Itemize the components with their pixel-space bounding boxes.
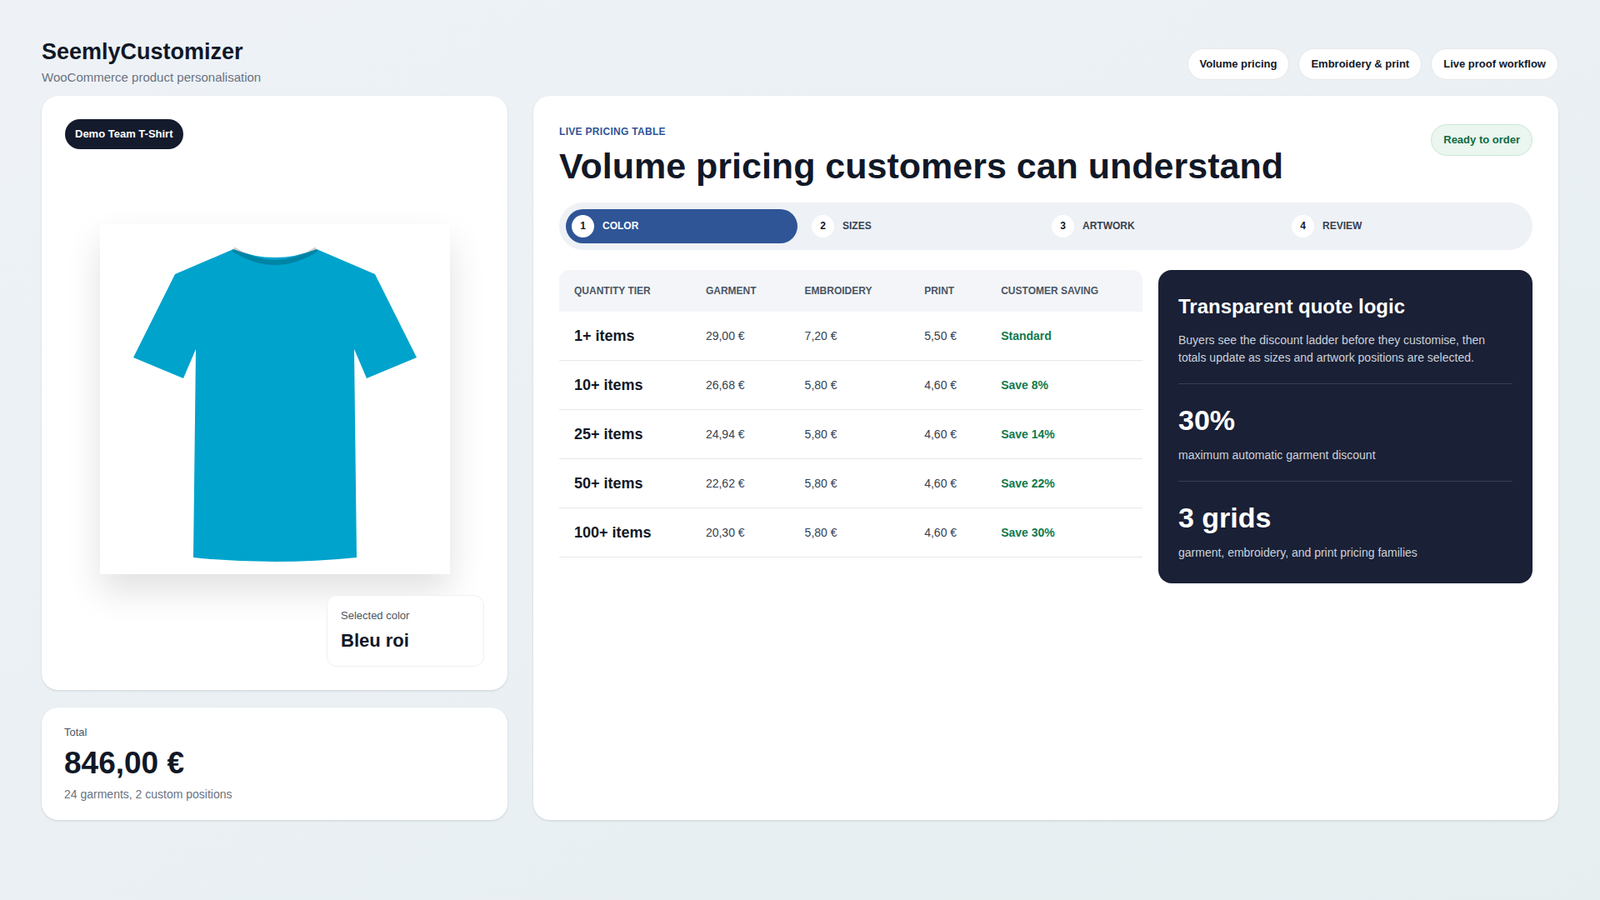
page: SeemlyCustomizerWooCommerce product pers…	[0, 0, 1600, 900]
step[interactable]: 3ARTWORK	[1045, 209, 1278, 244]
table-row: 10+ items26,68 €5,80 €4,60 €Save 8%	[559, 360, 1143, 410]
table-row: 100+ items20,30 €5,80 €4,60 €Save 30%	[559, 508, 1143, 558]
step[interactable]: 2SIZES	[805, 209, 1038, 244]
step[interactable]: 4REVIEW	[1285, 209, 1518, 244]
quote-logic-panel: Transparent quote logicBuyers see the di…	[1158, 270, 1533, 584]
stat: 30%maximum automatic garment discount	[1178, 383, 1513, 465]
product-image	[100, 224, 450, 575]
header-pill[interactable]: Embroidery & print	[1298, 48, 1422, 80]
total-card: Total846,00 €24 garments, 2 custom posit…	[41, 707, 508, 820]
header-pill[interactable]: Live proof workflow	[1430, 48, 1559, 80]
total-amount: 846,00 €	[64, 744, 485, 783]
pricing-heading: Volume pricing customers can understand	[559, 144, 1284, 190]
table-row: 1+ items29,00 €7,20 €5,50 €Standard	[559, 311, 1143, 361]
table-row: 50+ items22,62 €5,80 €4,60 €Save 22%	[559, 459, 1143, 509]
table-row: 25+ items24,94 €5,80 €4,60 €Save 14%	[559, 410, 1143, 460]
pricing-table: QUANTITY TIERGARMENTEMBROIDERYPRINTCUSTO…	[559, 270, 1143, 559]
app-subtitle: WooCommerce product personalisation	[41, 68, 261, 88]
stat: 3 gridsgarment, embroidery, and print pr…	[1178, 480, 1513, 562]
stepper: 1COLOR2SIZES3ARTWORK4REVIEW	[559, 202, 1533, 250]
header: SeemlyCustomizerWooCommerce product pers…	[41, 0, 1559, 96]
step[interactable]: 1COLOR	[565, 209, 798, 244]
pricing-card: LIVE PRICING TABLEVolume pricing custome…	[533, 95, 1559, 820]
product-card: Demo Team T-Shirt Selected colorBleu roi	[41, 95, 508, 690]
status-badge: Ready to order	[1430, 124, 1533, 156]
t-shirt-icon	[125, 232, 425, 566]
app-title: SeemlyCustomizer	[41, 38, 261, 67]
product-badge: Demo Team T-Shirt	[65, 119, 184, 150]
selected-color-box: Selected colorBleu roi	[326, 595, 485, 668]
header-pill[interactable]: Volume pricing	[1187, 48, 1290, 80]
